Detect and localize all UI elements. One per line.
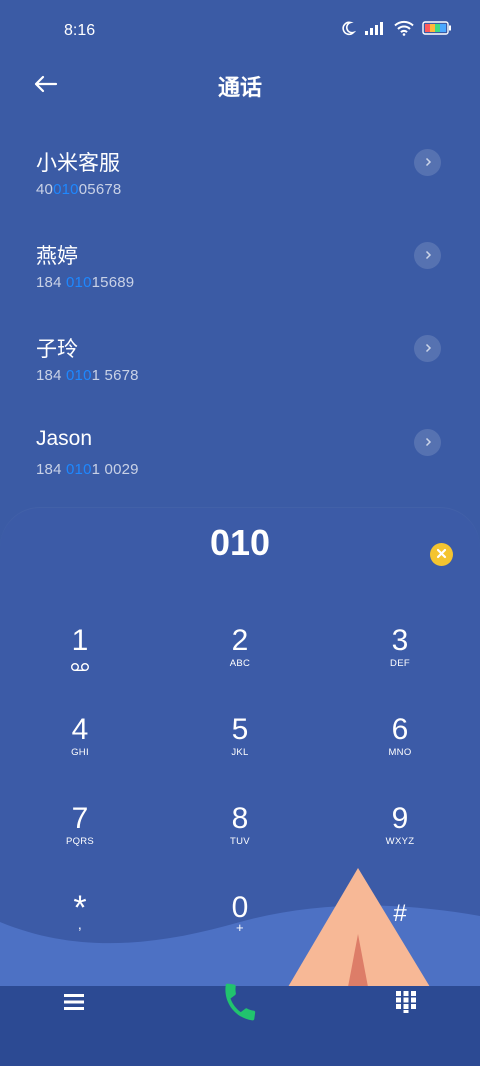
voicemail-icon bbox=[30, 659, 130, 677]
contact-detail-button[interactable] bbox=[414, 149, 441, 176]
contact-detail-button[interactable] bbox=[414, 242, 441, 269]
signal-icon bbox=[364, 21, 386, 35]
contact-name: 燕婷 bbox=[36, 245, 78, 268]
dial-key-8[interactable]: 8 TUV bbox=[190, 803, 290, 873]
dial-input-display[interactable]: 010 bbox=[0, 522, 480, 564]
number-match: 010 bbox=[66, 367, 92, 384]
phone-icon bbox=[218, 980, 262, 1029]
number-match: 010 bbox=[66, 274, 92, 291]
key-digit: 4 bbox=[71, 713, 89, 746]
key-letters: PQRS bbox=[65, 836, 95, 847]
header: 通话 bbox=[0, 62, 480, 106]
number-match: 010 bbox=[66, 461, 92, 478]
dial-key-7[interactable]: 7 PQRS bbox=[30, 803, 130, 873]
dial-key-6[interactable]: 6 MNO bbox=[350, 714, 450, 784]
contact-number: 184 0101 0029 bbox=[36, 461, 139, 478]
key-letters: TUV bbox=[230, 836, 250, 847]
status-bar: 8:16 bbox=[0, 0, 480, 62]
contact-number: 4001005678 bbox=[36, 181, 121, 198]
number-suffix: 05678 bbox=[78, 181, 122, 198]
status-icons bbox=[340, 20, 452, 36]
contact-item[interactable]: 子玲 184 0101 5678 bbox=[0, 333, 480, 425]
contact-item[interactable]: Jason 184 0101 0029 bbox=[0, 427, 480, 519]
page-title: 通话 bbox=[217, 75, 262, 100]
key-letters: ABC bbox=[229, 658, 251, 669]
number-suffix: 15689 bbox=[91, 274, 135, 291]
key-letters: GHI bbox=[71, 747, 89, 758]
contact-number: 184 01015689 bbox=[36, 274, 134, 291]
moon-icon bbox=[340, 20, 356, 36]
status-time: 8:16 bbox=[64, 22, 96, 39]
number-suffix: 1 0029 bbox=[91, 461, 139, 478]
number-match: 010 bbox=[53, 181, 79, 198]
contact-name: 小米客服 bbox=[36, 152, 120, 175]
menu-button[interactable] bbox=[44, 986, 104, 1022]
call-button[interactable] bbox=[210, 982, 270, 1026]
number-suffix: 1 5678 bbox=[91, 367, 139, 384]
dial-key-hash[interactable]: # bbox=[350, 898, 450, 968]
wifi-icon bbox=[394, 20, 414, 36]
menu-icon bbox=[63, 993, 85, 1016]
chevron-right-icon bbox=[423, 340, 433, 358]
key-digit: 5 bbox=[231, 713, 249, 746]
contact-detail-button[interactable] bbox=[414, 335, 441, 362]
bottom-action-bar bbox=[0, 983, 480, 1066]
contact-detail-button[interactable] bbox=[414, 429, 441, 456]
clear-x-icon bbox=[436, 546, 447, 564]
contact-name: 子玲 bbox=[36, 338, 78, 361]
number-prefix: 184 bbox=[36, 367, 66, 384]
key-letters: WXYZ bbox=[385, 836, 415, 847]
dialpad-grid-icon bbox=[396, 990, 416, 1018]
dial-key-3[interactable]: 3 DEF bbox=[350, 625, 450, 695]
key-letters: MNO bbox=[388, 747, 412, 758]
key-letters: + bbox=[236, 920, 244, 935]
key-digit: 7 bbox=[71, 802, 89, 835]
key-digit: 8 bbox=[231, 802, 249, 835]
chevron-right-icon bbox=[423, 154, 433, 172]
key-digit: # bbox=[393, 900, 407, 927]
dial-key-1[interactable]: 1 bbox=[30, 625, 130, 695]
chevron-right-icon bbox=[423, 247, 433, 265]
number-prefix: 184 bbox=[36, 461, 66, 478]
dial-key-2[interactable]: 2 ABC bbox=[190, 625, 290, 695]
clear-input-button[interactable] bbox=[430, 543, 453, 566]
key-letters: JKL bbox=[231, 747, 249, 758]
dial-key-0[interactable]: 0 + bbox=[190, 892, 290, 962]
number-prefix: 184 bbox=[36, 274, 66, 291]
key-digit: 3 bbox=[391, 624, 409, 657]
key-digit: 2 bbox=[231, 624, 249, 657]
key-digit: 9 bbox=[391, 802, 409, 835]
key-letters: , bbox=[77, 916, 83, 932]
dial-key-star[interactable]: * , bbox=[30, 891, 130, 962]
key-digit: 6 bbox=[391, 713, 409, 746]
dial-key-4[interactable]: 4 GHI bbox=[30, 714, 130, 784]
key-digit: 1 bbox=[71, 624, 89, 657]
dial-key-9[interactable]: 9 WXYZ bbox=[350, 803, 450, 873]
key-letters: DEF bbox=[390, 658, 410, 669]
battery-icon bbox=[422, 21, 452, 35]
dialpad-toggle-button[interactable] bbox=[376, 986, 436, 1022]
contact-item[interactable]: 小米客服 4001005678 bbox=[0, 147, 480, 239]
dial-key-5[interactable]: 5 JKL bbox=[190, 714, 290, 784]
contact-name: Jason bbox=[36, 427, 93, 450]
chevron-right-icon bbox=[423, 434, 433, 452]
contact-number: 184 0101 5678 bbox=[36, 367, 139, 384]
contact-item[interactable]: 燕婷 184 01015689 bbox=[0, 240, 480, 332]
number-prefix: 40 bbox=[36, 181, 54, 198]
